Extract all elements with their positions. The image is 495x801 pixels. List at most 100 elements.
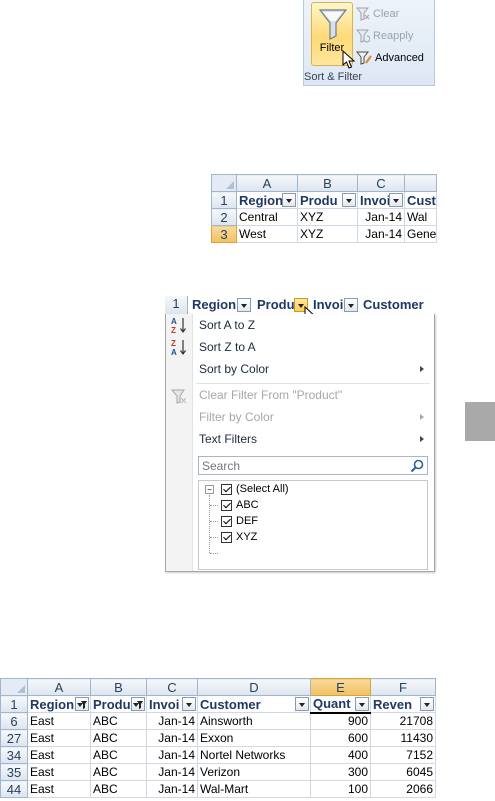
filter-dropdown-button[interactable] xyxy=(420,697,434,711)
column-header-a[interactable]: A xyxy=(236,174,298,192)
cell[interactable]: Jan-14 xyxy=(357,225,405,243)
row-header[interactable]: 34 xyxy=(0,746,28,764)
cell[interactable]: 6045 xyxy=(370,763,436,781)
cell[interactable]: Nortel Networks xyxy=(197,746,311,764)
header-text: Produ xyxy=(93,696,131,712)
cell[interactable]: 900 xyxy=(310,712,371,730)
row-header[interactable]: 35 xyxy=(0,763,28,781)
cell[interactable]: East xyxy=(27,712,91,730)
filter-dropdown-button[interactable] xyxy=(355,697,369,711)
column-header-b[interactable]: B xyxy=(297,174,358,192)
reapply-button[interactable]: Reapply xyxy=(356,27,413,45)
cell[interactable]: Jan-14 xyxy=(146,763,198,781)
cell[interactable]: Jan-14 xyxy=(146,746,198,764)
cell[interactable]: East xyxy=(27,729,91,747)
sort-by-color-item[interactable]: Sort by Color xyxy=(199,359,428,379)
filter-active-dropdown-button[interactable] xyxy=(131,697,145,711)
header-text: Quant xyxy=(313,696,351,712)
checkbox-checked[interactable] xyxy=(221,515,232,527)
checklist-item[interactable]: ABC xyxy=(221,497,259,513)
cell[interactable]: ABC xyxy=(90,729,147,747)
collapse-icon[interactable]: − xyxy=(205,485,214,494)
column-header-c[interactable]: C xyxy=(357,174,405,192)
cell[interactable]: Gene xyxy=(404,225,437,243)
cell[interactable]: Jan-14 xyxy=(146,729,198,747)
svg-text:Z: Z xyxy=(171,339,176,348)
column-header-c[interactable]: C xyxy=(146,678,198,696)
clear-filter-item[interactable]: Clear Filter From "Product" xyxy=(199,385,428,405)
cell[interactable]: 2066 xyxy=(370,780,436,798)
header-text: Customer xyxy=(200,696,261,712)
sort-z-to-a-item[interactable]: Sort Z to A xyxy=(199,337,428,357)
menu-item-label: Sort by Color xyxy=(199,362,270,376)
filter-dropdown-button[interactable] xyxy=(389,193,403,207)
row-header[interactable]: 44 xyxy=(0,780,28,798)
clear-button[interactable]: Clear xyxy=(356,5,399,23)
checkbox-checked[interactable] xyxy=(221,483,232,495)
menu-item-label: Sort Z to A xyxy=(199,340,256,354)
select-all-corner[interactable] xyxy=(0,678,28,696)
region-dropdown-button[interactable] xyxy=(237,298,251,312)
cell[interactable]: East xyxy=(27,763,91,781)
cell[interactable]: 21708 xyxy=(370,712,436,730)
cell[interactable]: Wal xyxy=(404,208,437,226)
checkbox-checked[interactable] xyxy=(221,531,232,543)
filter-by-color-item[interactable]: Filter by Color xyxy=(199,407,428,427)
row-header[interactable]: 6 xyxy=(0,712,28,730)
cell[interactable]: ABC xyxy=(90,780,147,798)
cell[interactable]: Exxon xyxy=(197,729,311,747)
row-header[interactable]: 1 xyxy=(211,191,237,209)
cell[interactable]: 7152 xyxy=(370,746,436,764)
cell[interactable]: 100 xyxy=(310,780,371,798)
cell[interactable]: Jan-14 xyxy=(146,712,198,730)
cell[interactable]: XYZ xyxy=(297,208,358,226)
cell[interactable]: 400 xyxy=(310,746,371,764)
checkbox-checked[interactable] xyxy=(221,499,232,511)
column-header-d[interactable] xyxy=(404,174,437,192)
search-input[interactable] xyxy=(199,457,399,474)
cell[interactable]: 300 xyxy=(310,763,371,781)
checklist-item-select-all[interactable]: (Select All) xyxy=(221,481,289,497)
filter-dropdown-button[interactable] xyxy=(182,697,196,711)
row-header[interactable]: 27 xyxy=(0,729,28,747)
cell[interactable]: ABC xyxy=(90,746,147,764)
sort-a-to-z-item[interactable]: Sort A to Z xyxy=(199,315,428,335)
column-header-a[interactable]: A xyxy=(27,678,91,696)
cell[interactable]: Jan-14 xyxy=(357,208,405,226)
cell[interactable]: 600 xyxy=(310,729,371,747)
cell[interactable]: Ainsworth xyxy=(197,712,311,730)
advanced-button[interactable]: Advanced xyxy=(356,49,424,67)
column-header-e-selected[interactable]: E xyxy=(310,678,371,696)
row-header[interactable]: 1 xyxy=(0,695,28,713)
column-header-f[interactable]: F xyxy=(370,678,436,696)
cell[interactable]: XYZ xyxy=(297,225,358,243)
cell[interactable]: Jan-14 xyxy=(146,780,198,798)
filter-dropdown-button[interactable] xyxy=(282,193,296,207)
column-header-b[interactable]: B xyxy=(90,678,147,696)
checklist-label: (Select All) xyxy=(236,483,289,495)
filter-funnel-icon xyxy=(137,701,143,709)
column-header-d[interactable]: D xyxy=(197,678,311,696)
checklist-item[interactable]: XYZ xyxy=(221,529,257,545)
checklist-item[interactable]: DEF xyxy=(221,513,258,529)
row-header[interactable]: 2 xyxy=(211,208,237,226)
cell[interactable]: ABC xyxy=(90,712,147,730)
header-text: Invoi xyxy=(149,696,180,712)
cell[interactable]: Wal-Mart xyxy=(197,780,311,798)
row-header[interactable]: 1 xyxy=(165,296,188,314)
invoice-dropdown-button[interactable] xyxy=(344,298,358,312)
cell[interactable]: East xyxy=(27,746,91,764)
filter-active-dropdown-button[interactable] xyxy=(75,697,89,711)
select-all-corner[interactable] xyxy=(211,174,237,192)
cell[interactable]: ABC xyxy=(90,763,147,781)
text-filters-item[interactable]: Text Filters xyxy=(199,429,428,449)
cell[interactable]: Central xyxy=(236,208,298,226)
cell[interactable]: Verizon xyxy=(197,763,311,781)
filter-dropdown-button[interactable] xyxy=(342,193,356,207)
cell[interactable]: West xyxy=(236,225,298,243)
row-header-selected[interactable]: 3 xyxy=(211,225,237,243)
cell[interactable]: 11430 xyxy=(370,729,436,747)
cell[interactable]: East xyxy=(27,780,91,798)
filter-dropdown-button[interactable] xyxy=(295,697,309,711)
header-text: Produ xyxy=(300,192,338,208)
